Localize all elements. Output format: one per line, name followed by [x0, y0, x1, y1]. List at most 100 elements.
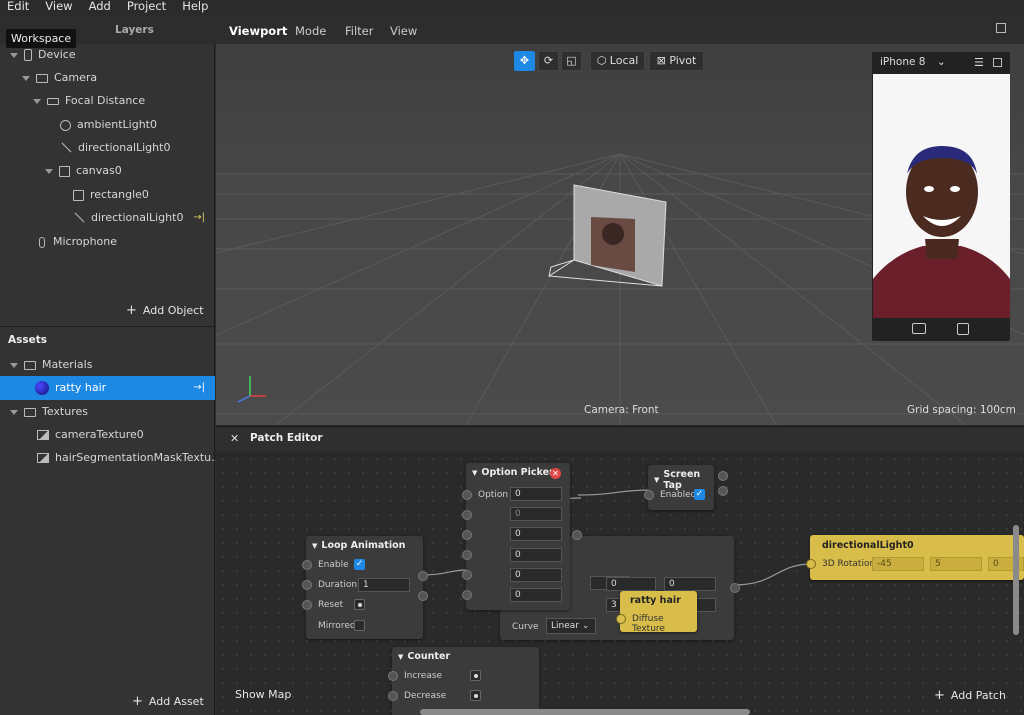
option-value-field[interactable]: 0 — [510, 568, 562, 582]
asset-folder-materials[interactable]: Materials — [10, 355, 92, 375]
menu-add[interactable]: Add — [82, 0, 120, 14]
duration-field[interactable]: 1 — [358, 578, 410, 592]
tree-item-ambient-light[interactable]: ambientLight0 — [60, 115, 157, 135]
delete-node-icon[interactable]: ✕ — [550, 468, 561, 479]
tree-item-directional-light-2[interactable]: directionalLight0 →| — [73, 208, 215, 228]
tree-item-device[interactable]: Device — [10, 45, 76, 65]
asset-item-ratty-hair-content[interactable]: ratty hair →| — [35, 378, 215, 398]
local-button[interactable]: ⬡ Local — [590, 51, 645, 71]
rotation-y-field[interactable]: 5 — [930, 557, 982, 571]
node-directional-light[interactable]: directionalLight0 3D Rotation -45 5 0 — [806, 535, 1024, 580]
collapse-arrow-icon[interactable]: ▼ — [472, 469, 477, 477]
tree-item-directional-light[interactable]: directionalLight0 — [60, 138, 170, 158]
menu-edit[interactable]: Edit — [0, 0, 38, 14]
option-value-field[interactable]: 0 — [510, 507, 562, 521]
option-value-field[interactable]: 0 — [510, 588, 562, 602]
collapse-arrow-icon[interactable] — [45, 168, 53, 174]
node-loop-animation[interactable]: ▼ Loop Animation Enable ✓ Duration 1 Rese… — [302, 536, 428, 639]
collapse-arrow-icon[interactable] — [10, 409, 18, 415]
input-port[interactable] — [388, 691, 398, 701]
option-value-field[interactable]: 0 — [510, 527, 562, 541]
output-port[interactable] — [718, 486, 728, 496]
mirrored-checkbox[interactable] — [354, 620, 365, 631]
move-tool-button[interactable]: ✥ — [514, 51, 535, 71]
input-port[interactable] — [806, 559, 816, 569]
asset-folder-textures[interactable]: Textures — [10, 402, 88, 422]
input-port[interactable] — [462, 510, 472, 520]
input-port[interactable] — [462, 550, 472, 560]
rotation-x-field[interactable]: -45 — [872, 557, 924, 571]
tab-viewport[interactable]: Viewport — [229, 24, 287, 38]
increase-pulse-button[interactable] — [470, 670, 481, 681]
input-port[interactable] — [616, 614, 626, 624]
node-screen-tap[interactable]: ▼ Screen Tap Enabled ✓ — [644, 465, 728, 510]
reset-pulse-button[interactable] — [354, 599, 365, 610]
output-port[interactable] — [418, 571, 428, 581]
add-object-button[interactable]: + Add Object — [126, 303, 204, 318]
tab-layers[interactable]: Layers — [115, 24, 154, 36]
input-port[interactable] — [462, 570, 472, 580]
menu-icon[interactable]: ☰ — [974, 56, 984, 69]
rotate-tool-button[interactable]: ⟳ — [538, 51, 559, 71]
menu-project[interactable]: Project — [120, 0, 175, 14]
output-port[interactable] — [730, 583, 740, 593]
value-field[interactable]: 0 — [606, 577, 656, 591]
node-option-picker[interactable]: ▼ Option Picker ✕ Option 0 0 0 0 0 0 — [462, 463, 582, 610]
show-map-button[interactable]: Show Map — [235, 688, 291, 701]
popout-icon[interactable] — [996, 23, 1006, 33]
tab-mode[interactable]: Mode — [295, 24, 326, 38]
patch-editor-canvas[interactable]: ▼ Loop Animation Enable ✓ Duration 1 Rese… — [216, 452, 1024, 715]
pin-icon[interactable]: →| — [193, 208, 205, 228]
value-field[interactable]: 0 — [664, 577, 716, 591]
tree-item-rectangle[interactable]: rectangle0 — [73, 185, 149, 205]
device-select[interactable]: iPhone 8 ⌄ — [880, 56, 946, 68]
tab-filter[interactable]: Filter — [345, 24, 373, 38]
input-port[interactable] — [388, 671, 398, 681]
switch-camera-icon[interactable] — [957, 323, 969, 335]
decrease-pulse-button[interactable] — [470, 690, 481, 701]
vertical-scrollbar[interactable] — [1013, 525, 1019, 635]
output-port[interactable] — [418, 591, 428, 601]
capture-photo-icon[interactable] — [912, 323, 926, 334]
input-port[interactable] — [302, 580, 312, 590]
node-ratty-hair[interactable]: ratty hair Diffuse Texture — [616, 591, 697, 634]
option-field[interactable]: 0 — [510, 487, 562, 501]
asset-item-hair-mask-texture[interactable]: hairSegmentationMaskTextu... — [37, 448, 222, 468]
output-port[interactable] — [718, 471, 728, 481]
input-port[interactable] — [462, 490, 472, 500]
tab-view[interactable]: View — [390, 24, 417, 38]
output-port[interactable] — [572, 530, 582, 540]
input-port[interactable] — [302, 600, 312, 610]
collapse-arrow-icon[interactable] — [33, 98, 41, 104]
collapse-arrow-icon[interactable] — [10, 362, 18, 368]
collapse-arrow-icon[interactable]: ▼ — [654, 476, 659, 484]
tree-item-camera[interactable]: Camera — [22, 68, 97, 88]
menu-help[interactable]: Help — [175, 0, 217, 14]
add-patch-button[interactable]: + Add Patch — [934, 688, 1006, 703]
add-asset-button[interactable]: + Add Asset — [132, 694, 204, 709]
collapse-arrow-icon[interactable]: ▼ — [398, 653, 403, 661]
input-port[interactable] — [462, 590, 472, 600]
enabled-checkbox[interactable]: ✓ — [694, 489, 705, 500]
popout-icon[interactable] — [993, 58, 1002, 67]
input-port[interactable] — [462, 530, 472, 540]
pin-icon[interactable]: →| — [193, 378, 205, 398]
collapse-arrow-icon[interactable] — [22, 75, 30, 81]
input-port[interactable] — [644, 490, 654, 500]
close-icon[interactable]: ✕ — [230, 432, 239, 445]
tree-item-microphone[interactable]: Microphone — [37, 232, 117, 252]
menu-view[interactable]: View — [38, 0, 81, 14]
collapse-arrow-icon[interactable]: ▼ — [312, 542, 317, 550]
collapse-arrow-icon[interactable] — [10, 52, 18, 58]
input-port[interactable] — [302, 560, 312, 570]
horizontal-scrollbar[interactable] — [420, 709, 750, 715]
enable-checkbox[interactable]: ✓ — [354, 559, 365, 570]
tree-item-focal-distance[interactable]: Focal Distance — [33, 91, 145, 111]
scale-tool-button[interactable]: ◱ — [561, 51, 582, 71]
tree-item-canvas[interactable]: canvas0 — [45, 161, 122, 181]
canvas-plane[interactable] — [548, 184, 667, 287]
asset-item-camera-texture[interactable]: cameraTexture0 — [37, 425, 144, 445]
option-value-field[interactable]: 0 — [510, 548, 562, 562]
curve-select[interactable]: Linear ⌄ — [546, 618, 596, 634]
pivot-button[interactable]: ⊠ Pivot — [649, 51, 704, 71]
